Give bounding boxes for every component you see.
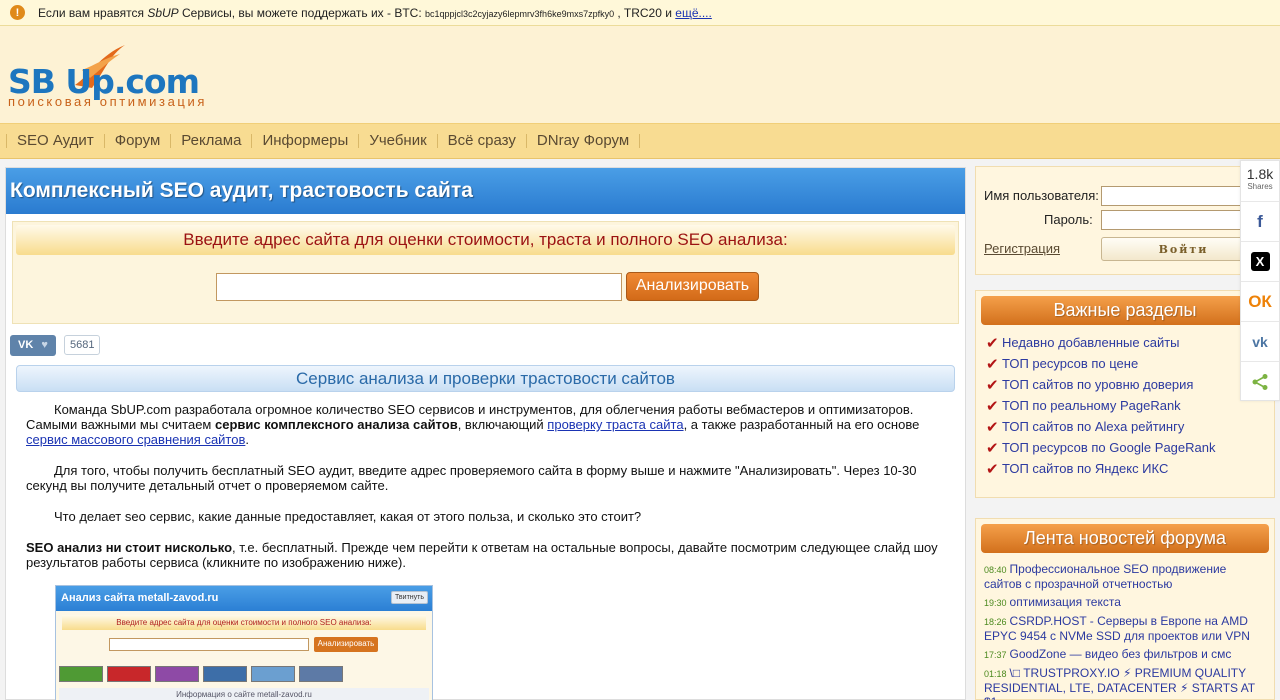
paragraph-howto: Для того, чтобы получить бесплатный SEO … [26, 463, 917, 493]
x-icon[interactable]: X [1241, 241, 1279, 281]
heart-icon: ♥ [41, 339, 48, 351]
badge [251, 666, 295, 682]
news-item[interactable]: 17:37 GoodZone — видео без фильтров и смс [984, 647, 1266, 662]
nav-dnray-forum[interactable]: DNray Форум [525, 133, 641, 148]
thumb-title: Анализ сайта metall-zavod.ru [61, 592, 219, 604]
important-item[interactable]: ✔ ТОП по реальному PageRank [986, 395, 1274, 416]
important-item[interactable]: ✔ ТОП сайтов по Яндекс ИКС [986, 458, 1274, 479]
analyze-form: Введите адрес сайта для оценки стоимости… [12, 221, 959, 324]
register-link[interactable]: Регистрация [984, 241, 1060, 256]
nav-ads[interactable]: Реклама [170, 133, 251, 148]
nav-seo-audit[interactable]: SEO Аудит [6, 133, 104, 148]
vk-icon[interactable]: vk [1241, 321, 1279, 361]
important-item[interactable]: ✔ ТОП ресурсов по Google PageRank [986, 437, 1274, 458]
tweet-button: Твитнуть [390, 591, 428, 604]
service-header: Сервис анализа и проверки трастовости са… [16, 365, 955, 392]
analyze-button[interactable]: Анализировать [626, 272, 759, 301]
main-content: Комплексный SEO аудит, трастовость сайта… [5, 167, 966, 700]
checkmark-icon: ✔ [986, 418, 999, 436]
password-label: Пароль: [1044, 212, 1093, 227]
site-header: SB Up.com поисковая оптимизация [0, 26, 1280, 123]
news-item[interactable]: 19:30 оптимизация текста [984, 595, 1266, 610]
badge [155, 666, 199, 682]
facebook-icon[interactable]: f [1241, 201, 1279, 241]
site-url-input[interactable] [216, 273, 622, 301]
badge [107, 666, 151, 682]
thumb-analyze-button: Анализировать [314, 637, 378, 652]
mass-compare-link[interactable]: сервис массового сравнения сайтов [26, 432, 245, 447]
checkmark-icon: ✔ [986, 334, 999, 352]
thumb-url-input [109, 638, 309, 651]
thumb-form-header: Введите адрес сайта для оценки стоимости… [62, 615, 426, 630]
forum-news-header: Лента новостей форума [981, 524, 1269, 553]
checkmark-icon: ✔ [986, 376, 999, 394]
vk-like-count: 5681 [64, 335, 101, 355]
important-sections-panel: Важные разделы ✔ Недавно добавленные сайт… [975, 290, 1275, 498]
warning-icon: ! [10, 5, 25, 20]
odnoklassniki-icon[interactable]: ОК [1241, 281, 1279, 321]
important-sections-header: Важные разделы [981, 296, 1269, 325]
page-title: Комплексный SEO аудит, трастовость сайта [6, 168, 965, 214]
checkmark-icon: ✔ [986, 460, 999, 478]
checkmark-icon: ✔ [986, 439, 999, 457]
forum-news-panel: Лента новостей форума 08:40 Профессиональ… [975, 518, 1275, 700]
news-item[interactable]: 18:26 CSRDP.HOST - Серверы в Европе на AM… [984, 614, 1266, 643]
news-item[interactable]: 01:18 \□ TRUSTPROXY.IO ⚡ PREMIUM QUALITY … [984, 666, 1266, 700]
share-sidebar: 1.8k Shares f X ОК vk [1240, 160, 1280, 401]
nav-forum[interactable]: Форум [103, 133, 171, 148]
support-notice: ! Если вам нравятся SbUP Сервисы, вы мож… [0, 0, 1280, 26]
main-nav: SEO Аудит Форум Реклама Информеры Учебни… [0, 123, 1280, 159]
nav-informers[interactable]: Информеры [251, 133, 358, 148]
checkmark-icon: ✔ [986, 397, 999, 415]
username-label: Имя пользователя: [984, 188, 1099, 203]
form-header: Введите адрес сайта для оценки стоимости… [16, 225, 955, 255]
more-link[interactable]: ещё.... [675, 6, 712, 20]
trust-check-link[interactable]: проверку траста сайта [547, 417, 683, 432]
vk-like-widget: VK ♥ 5681 [10, 334, 101, 356]
important-item[interactable]: ✔ ТОП сайтов по уровню доверия [986, 374, 1274, 395]
slideshow-thumbnail[interactable]: Анализ сайта metall-zavod.ru Твитнуть Вве… [55, 585, 433, 700]
article-text: Команда SbUP.com разработала огромное ко… [26, 402, 946, 586]
badge [299, 666, 343, 682]
nav-all-at-once[interactable]: Всё сразу [436, 133, 526, 148]
badge [203, 666, 247, 682]
nav-tutorial[interactable]: Учебник [358, 133, 436, 148]
thumb-badges [59, 666, 343, 682]
vk-logo-icon: VK [18, 339, 34, 351]
share-count: 1.8k Shares [1246, 166, 1274, 191]
site-logo[interactable]: SB Up.com поисковая оптимизация [8, 38, 248, 118]
news-item[interactable]: 08:40 Профессиональное SEO продвижение са… [984, 562, 1266, 591]
important-item[interactable]: ✔ ТОП сайтов по Alexa рейтингу [986, 416, 1274, 437]
thumb-info: Информация о сайте metall-zavod.ru [59, 688, 429, 700]
logo-tagline: поисковая оптимизация [8, 94, 207, 109]
vk-like-button[interactable]: VK ♥ [10, 334, 56, 356]
paragraph-intro: Команда SbUP.com разработала огромное ко… [26, 402, 920, 447]
paragraph-free: SEO анализ ни стоит нисколько, т.е. бесп… [26, 540, 938, 570]
important-item[interactable]: ✔ Недавно добавленные сайты [986, 332, 1274, 353]
login-panel: Имя пользователя: Пароль: Регистрация Во… [975, 166, 1275, 275]
checkmark-icon: ✔ [986, 355, 999, 373]
important-item[interactable]: ✔ ТОП ресурсов по цене [986, 353, 1274, 374]
notice-text: Если вам нравятся SbUP Сервисы, вы может… [38, 5, 712, 20]
btc-address: bc1qppjcl3c2cyjazy6lepmrv3fh6ke9mxs7zpfk… [425, 8, 615, 19]
paragraph-question: Что делает seo сервис, какие данные пред… [54, 509, 642, 524]
share-icon[interactable] [1241, 361, 1279, 401]
badge [59, 666, 103, 682]
